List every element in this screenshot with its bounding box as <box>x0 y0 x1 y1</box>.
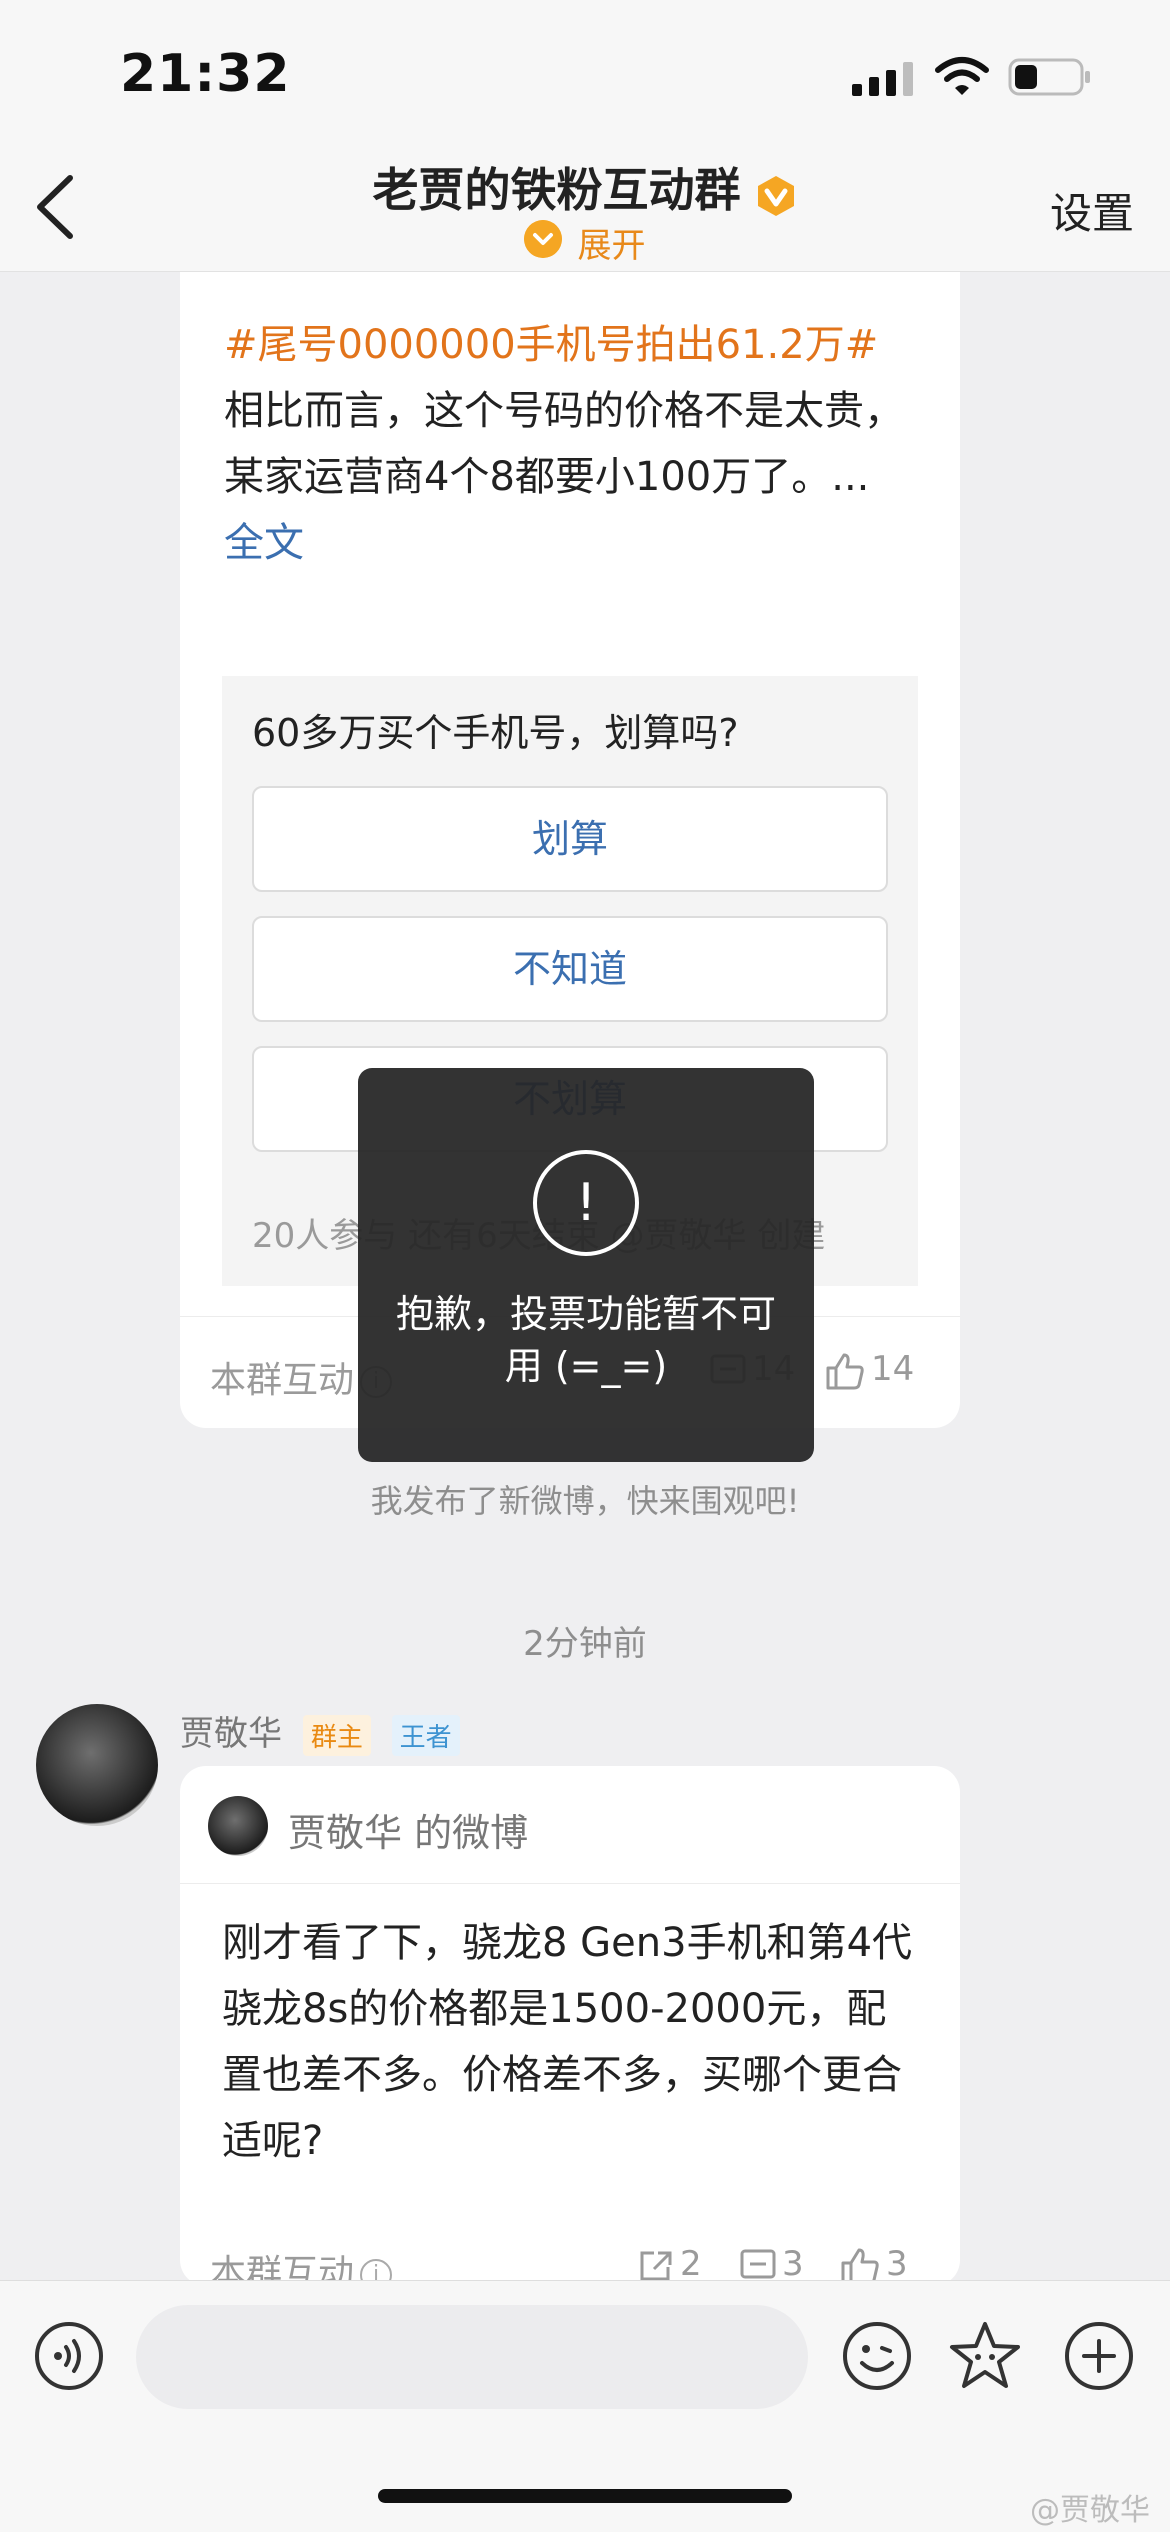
time-separator: 2分钟前 <box>523 1624 647 1664</box>
wifi-icon <box>935 57 989 95</box>
post-hashtag[interactable]: #尾号0000000手机号拍出61.2万# <box>224 322 878 368</box>
thumbs-up-icon <box>841 2248 879 2284</box>
sticker-star-icon[interactable] <box>948 2319 1022 2393</box>
owner-tag: 群主 <box>302 1715 371 1756</box>
read-more-link[interactable]: 全文 <box>224 520 304 566</box>
group-title: 老贾的铁粉互动群 <box>372 163 741 217</box>
message-input-bar: @贾敬华 <box>0 2280 1170 2532</box>
message-input[interactable] <box>136 2305 808 2409</box>
like-stat[interactable]: 14 <box>825 1349 914 1390</box>
comment-count: 3 <box>782 2244 804 2284</box>
vote-question: 60多万买个手机号，划算吗? <box>252 711 739 755</box>
sender-name[interactable]: 贾敬华 <box>180 1714 282 1754</box>
repost-count: 2 <box>680 2244 702 2284</box>
thumbs-up-icon <box>826 1353 864 1389</box>
system-message: 我发布了新微博，快来围观吧! <box>370 1482 800 1520</box>
status-time: 21:32 <box>120 44 291 104</box>
sender-row: 贾敬华 群主 王者 <box>180 1706 460 1756</box>
repost-stat[interactable]: 2 <box>638 2244 702 2284</box>
plus-icon[interactable] <box>1064 2321 1134 2391</box>
like-count: 14 <box>871 1349 915 1389</box>
avatar[interactable] <box>36 1704 158 1826</box>
settings-button[interactable]: 设置 <box>1050 180 1134 241</box>
like-stat[interactable]: 3 <box>840 2244 908 2285</box>
voice-input-icon[interactable] <box>34 2321 104 2391</box>
group-title-row[interactable]: 老贾的铁粉互动群 <box>0 154 1170 224</box>
weibo-card-header: 贾敬华 的微博 <box>180 1766 960 1884</box>
error-toast: ! 抱歉，投票功能暂不可用 (=_=) <box>358 1068 814 1462</box>
post-body: 相比而言，这个号码的价格不是太贵，某家运营商4个8都要小100万了。... <box>224 388 904 500</box>
battery-icon <box>1008 58 1090 96</box>
group-interaction-text: 本群互动 <box>210 1360 355 1401</box>
comment-icon <box>740 2249 776 2278</box>
toast-message: 抱歉，投票功能暂不可用 (=_=) <box>395 1292 776 1388</box>
expand-toggle[interactable]: 展开 <box>0 218 1170 267</box>
like-count: 3 <box>886 2244 908 2284</box>
comment-stat[interactable]: 3 <box>740 2244 804 2284</box>
vote-option[interactable]: 不知道 <box>252 916 888 1022</box>
rank-tag: 王者 <box>391 1715 460 1756</box>
post-text: #尾号0000000手机号拍出61.2万# 相比而言，这个号码的价格不是太贵，某… <box>224 312 914 576</box>
weibo-card-title: 贾敬华 的微博 <box>288 1811 529 1855</box>
status-bar: 21:32 <box>0 0 1170 150</box>
expand-label: 展开 <box>577 226 646 266</box>
weibo-card-body: 刚才看了下，骁龙8 Gen3手机和第4代骁龙8s的价格都是1500-2000元，… <box>222 1920 913 2164</box>
emoji-icon[interactable] <box>842 2321 912 2391</box>
cellular-signal-icon <box>852 62 913 96</box>
chevron-down-icon <box>524 219 563 258</box>
weibo-share-card[interactable]: 贾敬华 的微博 刚才看了下，骁龙8 Gen3手机和第4代骁龙8s的价格都是150… <box>180 1766 960 2286</box>
home-indicator <box>378 2489 792 2503</box>
verified-badge-icon <box>757 175 794 216</box>
watermark: @贾敬华 <box>1030 2493 1150 2528</box>
vote-option[interactable]: 划算 <box>252 786 888 892</box>
exclamation-icon: ! <box>533 1150 639 1256</box>
nav-bar: 老贾的铁粉互动群 展开 设置 <box>0 150 1170 272</box>
share-icon <box>640 2251 672 2280</box>
avatar <box>208 1796 268 1856</box>
